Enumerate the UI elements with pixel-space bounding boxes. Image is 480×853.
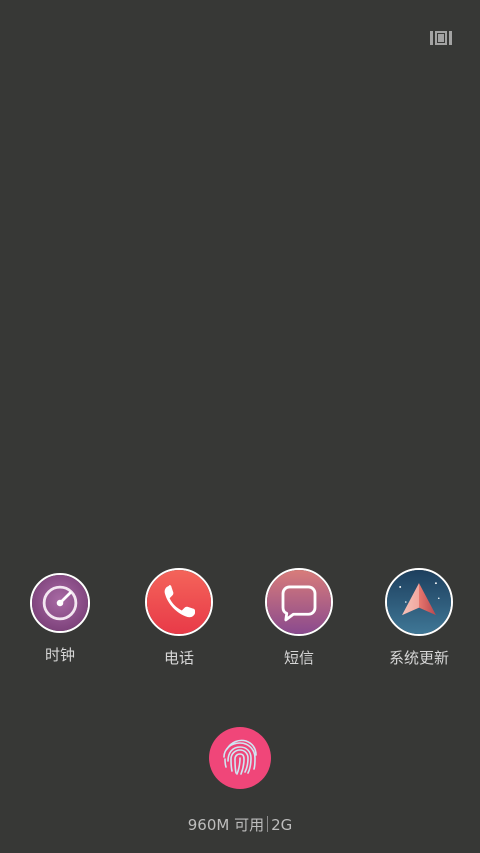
fingerprint-button[interactable] (209, 727, 271, 789)
memory-status: 960M 可用 2G (0, 815, 480, 835)
divider (267, 816, 269, 832)
app-message[interactable]: 短信 (244, 568, 354, 668)
memory-total: 2G (271, 816, 293, 834)
task-manager-icon[interactable] (430, 30, 452, 46)
system-update-icon (385, 568, 453, 636)
app-phone[interactable]: 电话 (124, 568, 234, 668)
phone-icon (145, 568, 213, 636)
app-clock[interactable]: 时钟 (5, 573, 115, 665)
message-icon (265, 568, 333, 636)
app-label: 短信 (283, 649, 314, 667)
app-system-update[interactable]: 系统更新 (364, 568, 474, 668)
clock-icon (30, 573, 90, 633)
app-label: 系统更新 (388, 649, 449, 667)
app-label: 电话 (163, 649, 194, 667)
recent-apps-row: 时钟 电话 短信 系统更新 (0, 566, 480, 676)
app-label: 时钟 (44, 646, 75, 664)
fingerprint-icon (223, 739, 257, 775)
memory-available: 960M 可用 (187, 816, 265, 834)
